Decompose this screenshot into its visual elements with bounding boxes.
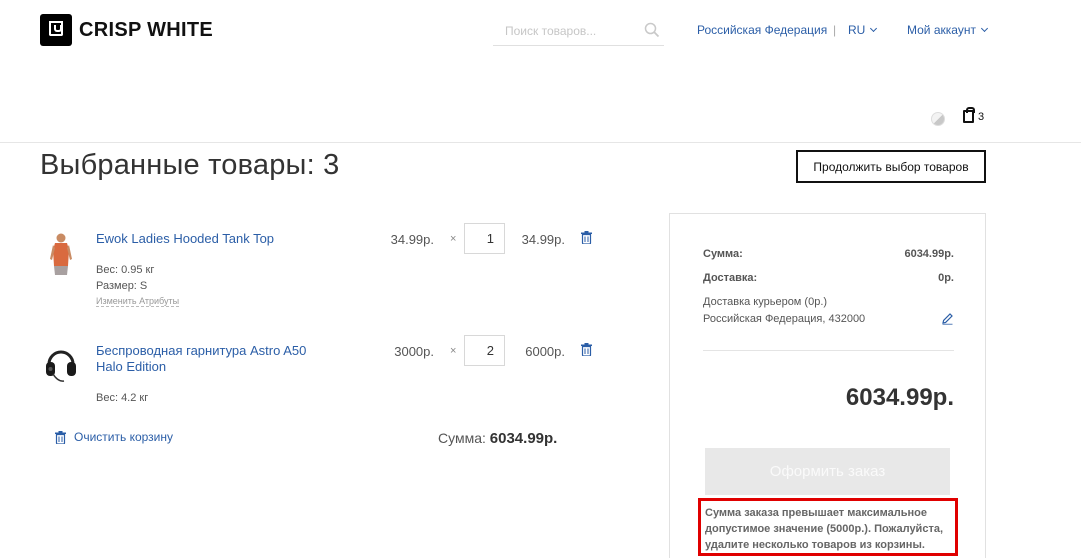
summary-delivery-label: Доставка: [703, 272, 758, 284]
summary-sum-value: 6034.99р. [904, 248, 954, 260]
page-title: Выбранные товары: 3 [40, 149, 340, 181]
continue-shopping-button[interactable]: Продолжить выбор товаров [796, 150, 986, 183]
language-label: RU [848, 23, 866, 37]
theme-toggle-icon[interactable] [931, 112, 945, 126]
summary-delivery-value: 0р. [938, 272, 954, 284]
item-weight: Вес: 0.95 кг [96, 264, 155, 276]
search-box [493, 16, 664, 46]
quantity-input[interactable] [464, 223, 505, 254]
order-summary-panel: Сумма: 6034.99р. Доставка: 0р. Доставка … [669, 213, 986, 558]
cart-subtotal: Сумма: 6034.99р. [438, 430, 557, 447]
account-label: Мой аккаунт [907, 23, 976, 37]
shopping-bag-icon [963, 107, 975, 123]
edit-attributes-link[interactable]: Изменить Атрибуты [96, 296, 180, 307]
language-selector[interactable]: RU [848, 23, 878, 37]
delivery-method: Доставка курьером (0р.) [703, 296, 828, 308]
account-menu[interactable]: Мой аккаунт [907, 23, 988, 37]
trash-icon [55, 430, 66, 444]
item-price: 3000р. [394, 344, 434, 359]
summary-sum-row: Сумма: 6034.99р. [703, 248, 954, 260]
item-size: Размер: S [96, 280, 148, 292]
subtotal-label: Сумма: [438, 430, 486, 446]
item-name-link[interactable]: Ewok Ladies Hooded Tank Top [96, 231, 336, 247]
nav-separator: | [833, 23, 837, 37]
grand-total: 6034.99р. [845, 384, 954, 411]
item-price: 34.99р. [390, 232, 434, 247]
trash-icon[interactable] [581, 343, 592, 356]
summary-delivery-row: Доставка: 0р. [703, 272, 954, 284]
order-limit-error: Сумма заказа превышает максимальное допу… [698, 498, 958, 556]
headset-thumbnail[interactable] [44, 344, 78, 388]
site-header: CRISP WHITE Российская Федерация | RU Мо… [0, 0, 1081, 143]
pencil-icon[interactable] [941, 312, 954, 325]
cart-item: Беспроводная гарнитура Astro A50 Halo Ed… [40, 335, 600, 418]
cart-count: 3 [978, 110, 985, 123]
multiply-sign: × [450, 345, 457, 357]
logo-text: CRISP WHITE [79, 18, 214, 41]
chevron-down-icon [870, 24, 878, 33]
tank-top-thumbnail[interactable] [44, 232, 78, 276]
cart-item: Ewok Ladies Hooded Tank Top 34.99р. × 34… [40, 223, 600, 316]
checkout-button[interactable]: Оформить заказ [705, 448, 950, 495]
quantity-input[interactable] [464, 335, 505, 366]
clear-cart-label: Очистить корзину [74, 430, 173, 444]
chevron-down-icon [980, 24, 988, 33]
search-input[interactable] [493, 16, 633, 45]
subtotal-value: 6034.99р. [489, 430, 558, 447]
item-weight: Вес: 4.2 кг [96, 392, 149, 404]
multiply-sign: × [450, 233, 457, 245]
trash-icon[interactable] [581, 231, 592, 244]
shopping-bag-logo-icon [40, 14, 72, 46]
item-total: 34.99р. [521, 232, 565, 247]
summary-divider [703, 350, 954, 351]
search-icon[interactable] [644, 22, 660, 38]
summary-sum-label: Сумма: [703, 248, 743, 260]
delivery-info: Доставка курьером (0р.) Российская Федер… [703, 294, 865, 328]
clear-cart-link[interactable]: Очистить корзину [55, 430, 173, 444]
delivery-address: Российская Федерация, 432000 [703, 313, 866, 325]
item-name-link[interactable]: Беспроводная гарнитура Astro A50 Halo Ed… [96, 343, 336, 375]
item-total: 6000р. [525, 344, 565, 359]
logo[interactable]: CRISP WHITE [40, 14, 213, 46]
cart-link[interactable]: 3 [963, 107, 985, 123]
country-selector[interactable]: Российская Федерация [697, 23, 827, 37]
